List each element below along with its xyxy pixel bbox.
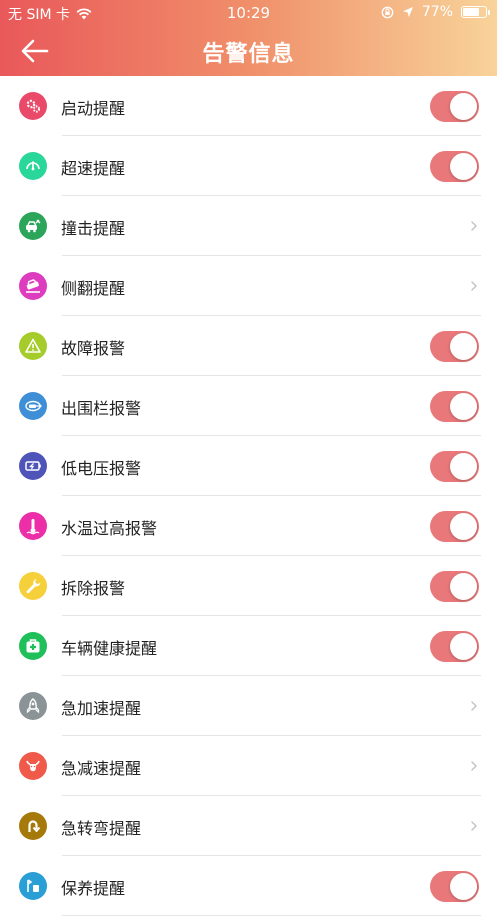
wrench-icon <box>19 572 47 600</box>
car-rollover-icon <box>19 272 47 300</box>
list-item: 水温过高报警 <box>0 496 497 556</box>
list-item-label: 侧翻提醒 <box>61 279 126 298</box>
list-item[interactable]: 急转弯提醒 <box>0 796 497 856</box>
toggle-switch[interactable] <box>430 91 479 122</box>
list-item-label: 启动提醒 <box>61 99 126 118</box>
u-turn-icon <box>19 812 47 840</box>
list-item-label: 车辆健康提醒 <box>61 639 158 658</box>
list-item[interactable]: 急减速提醒 <box>0 736 497 796</box>
chevron-right-icon[interactable] <box>469 757 479 775</box>
bull-icon <box>19 752 47 780</box>
list-item: 拆除报警 <box>0 556 497 616</box>
toggle-knob <box>450 93 477 120</box>
header: 无 SIM 卡 10:29 77% 告警信息 <box>0 0 497 76</box>
location-arrow-icon <box>402 7 413 17</box>
nav-bar: 告警信息 <box>0 26 497 76</box>
chevron-right-icon[interactable] <box>469 817 479 835</box>
toggle-knob <box>450 453 477 480</box>
toggle-knob <box>450 393 477 420</box>
list-item-label: 急转弯提醒 <box>61 819 142 838</box>
orientation-lock-icon <box>381 6 394 18</box>
toggle-switch[interactable] <box>430 391 479 422</box>
list-item: 启动提醒 <box>0 76 497 136</box>
first-aid-icon <box>19 632 47 660</box>
list-item-label: 故障报警 <box>61 339 126 358</box>
battery-low-icon <box>19 452 47 480</box>
list-item[interactable]: 撞击提醒 <box>0 196 497 256</box>
warning-triangle-icon <box>19 332 47 360</box>
toggle-switch[interactable] <box>430 331 479 362</box>
list-item: 出围栏报警 <box>0 376 497 436</box>
toggle-switch[interactable] <box>430 631 479 662</box>
toggle-switch[interactable] <box>430 571 479 602</box>
list-item-label: 拆除报警 <box>61 579 126 598</box>
toggle-switch[interactable] <box>430 871 479 902</box>
fence-exit-icon <box>19 392 47 420</box>
list-item-label: 出围栏报警 <box>61 399 142 418</box>
toggle-knob <box>450 513 477 540</box>
list-item: 车辆健康提醒 <box>0 616 497 676</box>
toggle-switch[interactable] <box>430 151 479 182</box>
status-bar: 无 SIM 卡 10:29 77% <box>0 0 497 26</box>
maintenance-icon <box>19 872 47 900</box>
list-item[interactable]: 侧翻提醒 <box>0 256 497 316</box>
list-item: 低电压报警 <box>0 436 497 496</box>
gears-icon <box>19 92 47 120</box>
list-item-label: 急减速提醒 <box>61 759 142 778</box>
battery-fill <box>463 8 480 16</box>
chevron-right-icon[interactable] <box>469 697 479 715</box>
toggle-knob <box>450 333 477 360</box>
toggle-knob <box>450 633 477 660</box>
list-item-label: 撞击提醒 <box>61 219 126 238</box>
list-item: 超速提醒 <box>0 136 497 196</box>
list-item[interactable]: 急加速提醒 <box>0 676 497 736</box>
battery-percent: 77% <box>421 4 453 20</box>
alert-settings-list: 启动提醒超速提醒撞击提醒侧翻提醒故障报警出围栏报警低电压报警水温过高报警 拆除报警… <box>0 76 497 916</box>
list-item: 故障报警 <box>0 316 497 376</box>
list-item-label: 保养提醒 <box>61 879 126 898</box>
list-item: 保养提醒 <box>0 856 497 916</box>
page-title: 告警信息 <box>202 42 295 67</box>
thermometer-icon <box>19 512 47 540</box>
list-item-label: 超速提醒 <box>61 159 126 178</box>
list-item-label: 低电压报警 <box>61 459 142 478</box>
toggle-knob <box>450 573 477 600</box>
battery-icon <box>461 6 490 18</box>
rocket-icon <box>19 692 47 720</box>
toggle-switch[interactable] <box>430 451 479 482</box>
toggle-knob <box>450 153 477 180</box>
toggle-switch[interactable] <box>430 511 479 542</box>
list-item-label: 急加速提醒 <box>61 699 142 718</box>
toggle-knob <box>450 873 477 900</box>
chevron-right-icon[interactable] <box>469 277 479 295</box>
list-item-label: 水温过高报警 <box>61 519 158 538</box>
chevron-right-icon[interactable] <box>469 217 479 235</box>
speedometer-icon <box>19 152 47 180</box>
car-crash-icon <box>19 212 47 240</box>
